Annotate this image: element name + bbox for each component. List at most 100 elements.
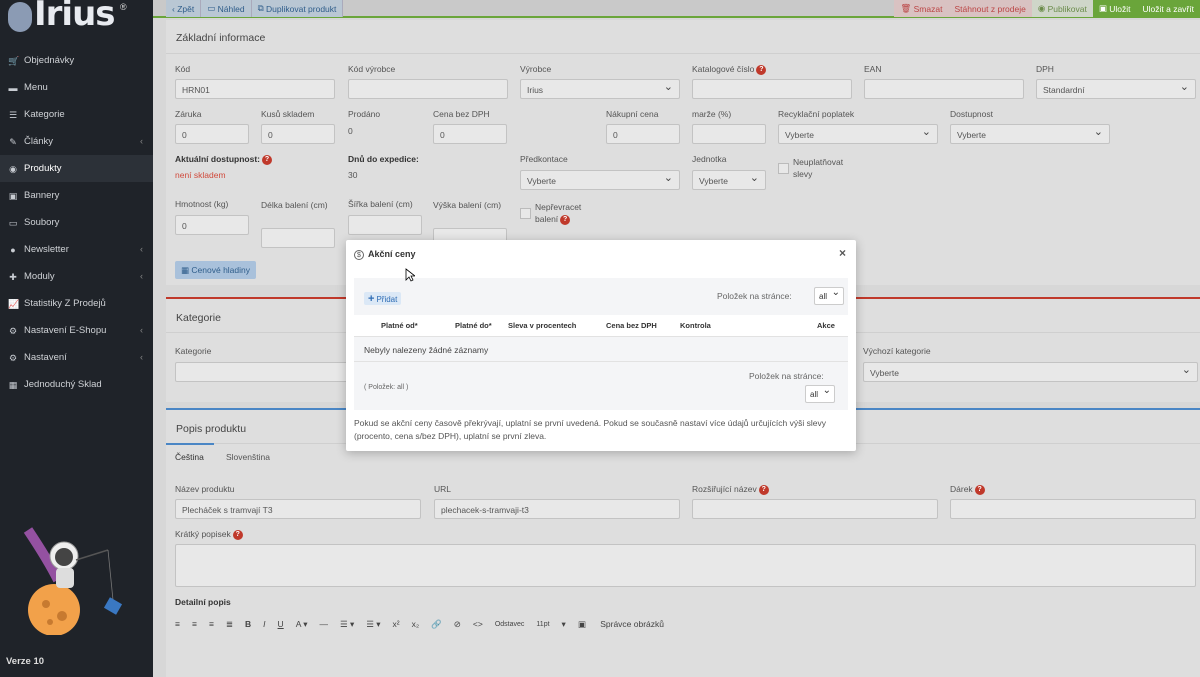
margin-input[interactable] <box>692 124 766 144</box>
duplicate-button[interactable]: ⧉ Duplikovat produkt <box>251 0 344 17</box>
unlink-icon[interactable]: ⊘ <box>454 619 461 630</box>
code-input[interactable]: HRN01 <box>175 79 335 99</box>
precontation-select[interactable]: Vyberte <box>520 170 680 190</box>
boxes-icon: ▦ <box>8 379 18 390</box>
publish-button[interactable]: ◉ Publikovat <box>1031 0 1093 17</box>
preview-button[interactable]: ▭ Náhled <box>201 0 252 17</box>
sidebar-item-4[interactable]: ◉ Produkty <box>0 155 153 182</box>
width-input[interactable] <box>348 215 422 235</box>
save-button[interactable]: ▣ Uložit <box>1092 0 1137 17</box>
sidebar-nav: 🛒 Objednávky ▬ Menu ☰ Kategorie ✎ Články ‹ ◉ Produ… <box>0 47 153 398</box>
link-icon[interactable]: 🔗 <box>431 619 442 630</box>
align-justify-icon[interactable]: ≣ <box>226 619 233 630</box>
chevron-down-icon[interactable]: ▾ <box>562 619 566 630</box>
subscript-icon[interactable]: x₂ <box>412 619 420 629</box>
underline-icon[interactable]: U <box>278 619 284 629</box>
sidebar-item-9[interactable]: 📈 Statistiky Z Prodejů <box>0 290 153 317</box>
align-left-icon[interactable]: ≡ <box>175 619 180 629</box>
add-button[interactable]: + Přidat <box>364 292 402 305</box>
purchase-price-input[interactable]: 0 <box>606 124 680 144</box>
per-page-select-top[interactable]: all <box>814 287 844 305</box>
sidebar-item-5[interactable]: ▣ Bannery <box>0 182 153 209</box>
special-prices-modal: $ Akční ceny × + Přidat Položek na stránce… <box>346 240 856 451</box>
price-levels-button[interactable]: ▦ Cenové hladiny <box>175 261 257 279</box>
paragraph-style-select[interactable]: Odstavec <box>495 621 525 628</box>
bullet-list-icon[interactable]: ☰ ▾ <box>340 619 354 630</box>
sidebar-item-label: Objednávky <box>24 55 75 66</box>
stock-input[interactable]: 0 <box>261 124 335 144</box>
modal-table-area: +Přidat Položek na stránce: all Platné o… <box>354 278 848 410</box>
horizontal-rule-icon[interactable]: — <box>320 619 329 629</box>
image-manager-button[interactable]: ▣ Správce obrázků <box>578 619 676 630</box>
sidebar-item-label: Nastavení E-Shopu <box>24 325 107 336</box>
weight-input[interactable]: 0 <box>175 215 249 235</box>
image-icon: ▣ <box>8 190 18 201</box>
chevron-left-icon: ‹ <box>140 271 143 281</box>
withdraw-button[interactable]: Stáhnout z prodeje <box>948 0 1032 17</box>
save-close-button[interactable]: Uložit a zavřít <box>1136 0 1200 17</box>
back-button[interactable]: ‹ Zpět <box>166 0 202 17</box>
availability-select[interactable]: Vyberte <box>950 124 1110 144</box>
url-input[interactable]: plechacek-s-tramvaji-t3 <box>434 499 680 519</box>
monitor-icon: ▭ <box>207 3 218 13</box>
bold-icon[interactable]: B <box>245 619 251 629</box>
sidebar-item-8[interactable]: ✚ Moduly ‹ <box>0 263 153 290</box>
delete-button[interactable]: 🗑 Smazat <box>894 0 949 17</box>
sidebar-item-1[interactable]: ▬ Menu <box>0 74 153 101</box>
vat-select[interactable]: Standardní <box>1036 79 1196 99</box>
sidebar-item-label: Moduly <box>24 271 55 282</box>
no-discount-checkbox[interactable] <box>778 163 789 174</box>
short-description-textarea[interactable] <box>175 544 1196 587</box>
superscript-icon[interactable]: x² <box>393 619 400 629</box>
numbered-list-icon[interactable]: ☰ ▾ <box>366 619 380 630</box>
sidebar-item-label: Nastavení <box>24 352 67 363</box>
sidebar-item-2[interactable]: ☰ Kategorie <box>0 101 153 128</box>
category-input[interactable] <box>175 362 355 382</box>
chevron-left-icon: ‹ <box>140 325 143 335</box>
length-input[interactable] <box>261 228 335 248</box>
no-flip-checkbox[interactable] <box>520 208 531 219</box>
extended-name-input[interactable] <box>692 499 938 519</box>
save-icon: ▣ <box>1098 3 1110 13</box>
table-header: Platné od* Platné do* Sleva v procentech… <box>354 315 848 337</box>
ean-input[interactable] <box>864 79 1024 99</box>
italic-icon[interactable]: I <box>263 619 265 629</box>
recycling-fee-select[interactable]: Vyberte <box>778 124 938 144</box>
manufacturer-select[interactable]: Irius <box>520 79 680 99</box>
chevron-left-icon: ‹ <box>140 352 143 362</box>
catalog-number-input[interactable] <box>692 79 852 99</box>
align-center-icon[interactable]: ≡ <box>192 619 197 629</box>
sidebar-item-6[interactable]: ▭ Soubory <box>0 209 153 236</box>
sidebar-item-10[interactable]: ⚙ Nastavení E-Shopu ‹ <box>0 317 153 344</box>
help-icon: ? <box>974 484 985 495</box>
logo[interactable]: Irius ® <box>8 0 138 38</box>
font-size-select[interactable]: 11pt <box>536 621 549 628</box>
product-name-input[interactable]: Plecháček s tramvají T3 <box>175 499 421 519</box>
unit-select[interactable]: Vyberte <box>692 170 766 190</box>
code-icon[interactable]: <> <box>473 619 483 629</box>
text-color-icon[interactable]: A ▾ <box>296 619 308 630</box>
tab-slovak[interactable]: Slovenština <box>226 452 270 462</box>
sidebar-item-11[interactable]: ⚙ Nastavení ‹ <box>0 344 153 371</box>
sidebar-item-12[interactable]: ▦ Jednoduchý Sklad <box>0 371 153 398</box>
per-page-select-bottom[interactable]: all <box>805 385 835 403</box>
manufacturer-code-input[interactable] <box>348 79 508 99</box>
modal-title: Akční ceny <box>368 249 416 259</box>
puzzle-icon: ✚ <box>9 271 17 282</box>
file-icon: ▭ <box>8 217 18 228</box>
default-category-select[interactable]: Vyberte <box>863 362 1198 382</box>
modal-note: Pokud se akční ceny časově překrývají, u… <box>354 418 826 441</box>
align-right-icon[interactable]: ≡ <box>209 619 214 629</box>
sidebar-item-3[interactable]: ✎ Články ‹ <box>0 128 153 155</box>
availability-status: není skladem <box>175 170 226 180</box>
sidebar-item-0[interactable]: 🛒 Objednávky <box>0 47 153 74</box>
palette-icon: ◉ <box>9 163 17 174</box>
gift-input[interactable] <box>950 499 1196 519</box>
price-input[interactable]: 0 <box>433 124 507 144</box>
globe-icon: ● <box>10 244 16 255</box>
sidebar-item-7[interactable]: ● Newsletter ‹ <box>0 236 153 263</box>
close-icon[interactable]: × <box>839 246 846 260</box>
eye-icon: ◉ <box>1037 3 1048 13</box>
warranty-input[interactable]: 0 <box>175 124 249 144</box>
tab-czech[interactable]: Čeština <box>175 452 204 462</box>
